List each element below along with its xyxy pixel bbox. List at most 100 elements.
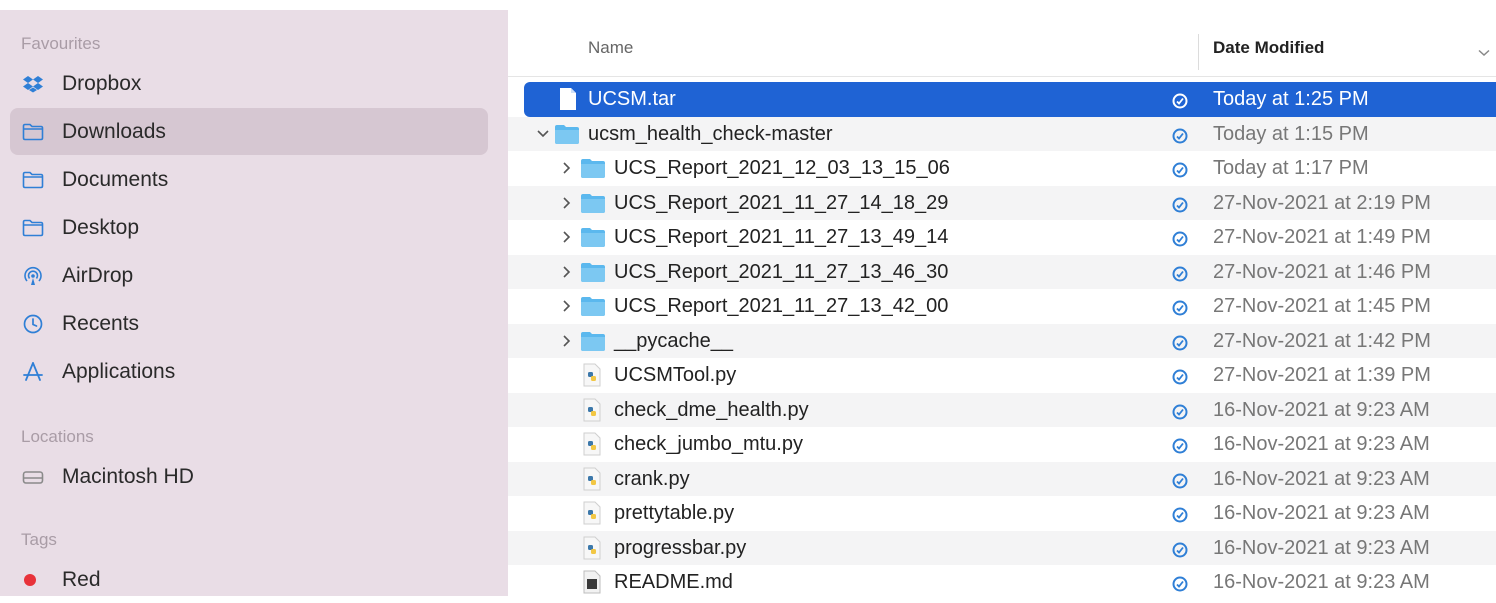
sync-status-icon bbox=[1172, 472, 1188, 495]
date-modified: 16-Nov-2021 at 9:23 AM bbox=[1213, 467, 1430, 490]
file-row[interactable]: check_dme_health.py 16-Nov-2021 at 9:23 A… bbox=[508, 392, 1496, 427]
airdrop-icon bbox=[10, 265, 62, 287]
sync-status-icon bbox=[1172, 506, 1188, 529]
sync-status-icon bbox=[1172, 265, 1188, 288]
date-modified: Today at 1:25 PM bbox=[1213, 88, 1369, 110]
sidebar-item-recents[interactable]: Recents bbox=[10, 300, 488, 347]
chevron-right-icon[interactable] bbox=[560, 265, 574, 279]
file-row[interactable]: UCS_Report_2021_12_03_13_15_06 Today at 1… bbox=[508, 151, 1496, 186]
sync-status-icon bbox=[1172, 368, 1188, 391]
file-row[interactable]: UCS_Report_2021_11_27_13_46_30 27-Nov-202… bbox=[508, 254, 1496, 289]
file-row[interactable]: ucsm_health_check-master Today at 1:15 PM bbox=[508, 116, 1496, 151]
sync-status-icon bbox=[1172, 403, 1188, 426]
file-row[interactable]: prettytable.py 16-Nov-2021 at 9:23 AM bbox=[508, 496, 1496, 531]
folder-icon bbox=[554, 123, 580, 151]
python-file-icon bbox=[582, 467, 602, 497]
folder-icon bbox=[10, 171, 62, 189]
folder-icon bbox=[580, 330, 606, 358]
file-name: UCS_Report_2021_11_27_13_42_00 bbox=[614, 295, 949, 317]
document-icon bbox=[558, 87, 578, 117]
file-row[interactable]: check_jumbo_mtu.py 16-Nov-2021 at 9:23 AM bbox=[508, 427, 1496, 462]
sidebar-item-dropbox[interactable]: Dropbox bbox=[10, 60, 488, 107]
file-row[interactable]: UCS_Report_2021_11_27_13_49_14 27-Nov-202… bbox=[508, 220, 1496, 255]
sync-status-icon bbox=[1172, 161, 1188, 184]
file-row[interactable]: README.md 16-Nov-2021 at 9:23 AM bbox=[508, 565, 1496, 600]
sync-status-icon bbox=[1172, 127, 1188, 150]
sync-status-icon bbox=[1172, 437, 1188, 460]
sync-status-icon bbox=[1172, 230, 1188, 253]
file-row[interactable]: UCS_Report_2021_11_27_13_42_00 27-Nov-202… bbox=[508, 289, 1496, 324]
sync-status-icon bbox=[1172, 334, 1188, 357]
folder-icon bbox=[580, 157, 606, 185]
sidebar-item-desktop[interactable]: Desktop bbox=[10, 204, 488, 251]
folder-icon bbox=[580, 261, 606, 289]
sidebar-item-label: AirDrop bbox=[62, 263, 134, 287]
file-row[interactable]: crank.py 16-Nov-2021 at 9:23 AM bbox=[508, 461, 1496, 497]
sidebar-item-applications[interactable]: Applications bbox=[10, 348, 488, 395]
date-modified: 16-Nov-2021 at 9:23 AM bbox=[1213, 398, 1430, 421]
sync-status-icon bbox=[1172, 541, 1188, 564]
chevron-right-icon[interactable] bbox=[560, 334, 574, 348]
chevron-down-icon[interactable] bbox=[536, 127, 550, 141]
favourites-heading: Favourites bbox=[21, 34, 101, 53]
locations-heading: Locations bbox=[21, 427, 94, 446]
sidebar-item-label: Macintosh HD bbox=[62, 464, 194, 488]
sync-status-icon bbox=[1172, 92, 1188, 115]
column-divider[interactable] bbox=[1198, 34, 1199, 70]
date-modified: 16-Nov-2021 at 9:23 AM bbox=[1213, 571, 1430, 593]
file-name: UCS_Report_2021_12_03_13_15_06 bbox=[614, 157, 950, 179]
file-row[interactable]: UCS_Report_2021_11_27_14_18_29 27-Nov-202… bbox=[508, 185, 1496, 220]
file-row[interactable]: progressbar.py 16-Nov-2021 at 9:23 AM bbox=[508, 530, 1496, 565]
red-tag-dot-icon bbox=[10, 569, 62, 591]
chevron-right-icon[interactable] bbox=[560, 161, 574, 175]
file-row[interactable]: UCSM.tar Today at 1:25 PM bbox=[524, 82, 1496, 117]
dropbox-icon bbox=[10, 75, 62, 93]
file-name: prettytable.py bbox=[614, 502, 735, 524]
applications-icon bbox=[10, 361, 62, 383]
sidebar: Favourites Dropbox Downloads Documents D… bbox=[0, 10, 508, 596]
chevron-right-icon[interactable] bbox=[560, 299, 574, 313]
file-name: README.md bbox=[614, 571, 733, 593]
sidebar-item-documents[interactable]: Documents bbox=[10, 156, 488, 203]
date-modified: 27-Nov-2021 at 2:19 PM bbox=[1213, 191, 1431, 214]
column-header: Name Date Modified bbox=[508, 10, 1496, 77]
tags-heading: Tags bbox=[21, 530, 57, 549]
folder-icon bbox=[10, 219, 62, 237]
sidebar-item-label: Dropbox bbox=[62, 71, 142, 95]
file-name: progressbar.py bbox=[614, 536, 747, 559]
date-modified: 27-Nov-2021 at 1:49 PM bbox=[1213, 226, 1431, 248]
sidebar-item-airdrop[interactable]: AirDrop bbox=[10, 252, 488, 299]
sidebar-item-macintosh-hd[interactable]: Macintosh HD bbox=[10, 453, 488, 500]
sidebar-item-label: Documents bbox=[62, 167, 169, 191]
file-name: UCS_Report_2021_11_27_14_18_29 bbox=[614, 191, 949, 214]
file-name: UCSM.tar bbox=[588, 88, 676, 110]
date-modified-column-header[interactable]: Date Modified bbox=[1213, 38, 1324, 58]
file-row[interactable]: __pycache__ 27-Nov-2021 at 1:42 PM bbox=[508, 323, 1496, 358]
sidebar-item-downloads[interactable]: Downloads bbox=[10, 108, 488, 155]
python-file-icon bbox=[582, 501, 602, 531]
folder-icon bbox=[10, 123, 62, 141]
file-name: check_dme_health.py bbox=[614, 398, 809, 421]
date-modified: 27-Nov-2021 at 1:46 PM bbox=[1213, 260, 1431, 283]
sidebar-item-label: Red bbox=[62, 567, 101, 591]
file-name: UCSMTool.py bbox=[614, 364, 737, 386]
name-column-header[interactable]: Name bbox=[588, 38, 633, 58]
date-modified: 27-Nov-2021 at 1:39 PM bbox=[1213, 364, 1431, 386]
chevron-right-icon[interactable] bbox=[560, 230, 574, 244]
date-modified: 27-Nov-2021 at 1:45 PM bbox=[1213, 295, 1431, 317]
chevron-right-icon[interactable] bbox=[560, 196, 574, 210]
folder-icon bbox=[580, 192, 606, 220]
sync-status-icon bbox=[1172, 299, 1188, 322]
python-file-icon bbox=[582, 432, 602, 462]
python-file-icon bbox=[582, 363, 602, 393]
folder-icon bbox=[580, 226, 606, 254]
date-modified: 16-Nov-2021 at 9:23 AM bbox=[1213, 536, 1430, 559]
sync-status-icon bbox=[1172, 196, 1188, 219]
date-modified: 27-Nov-2021 at 1:42 PM bbox=[1213, 329, 1431, 352]
file-row[interactable]: UCSMTool.py 27-Nov-2021 at 1:39 PM bbox=[508, 358, 1496, 393]
sidebar-item-label: Recents bbox=[62, 311, 140, 335]
folder-icon bbox=[580, 295, 606, 323]
file-name: ucsm_health_check-master bbox=[588, 122, 833, 145]
chevron-down-icon[interactable] bbox=[1478, 44, 1490, 62]
file-name: UCS_Report_2021_11_27_13_46_30 bbox=[614, 260, 949, 283]
